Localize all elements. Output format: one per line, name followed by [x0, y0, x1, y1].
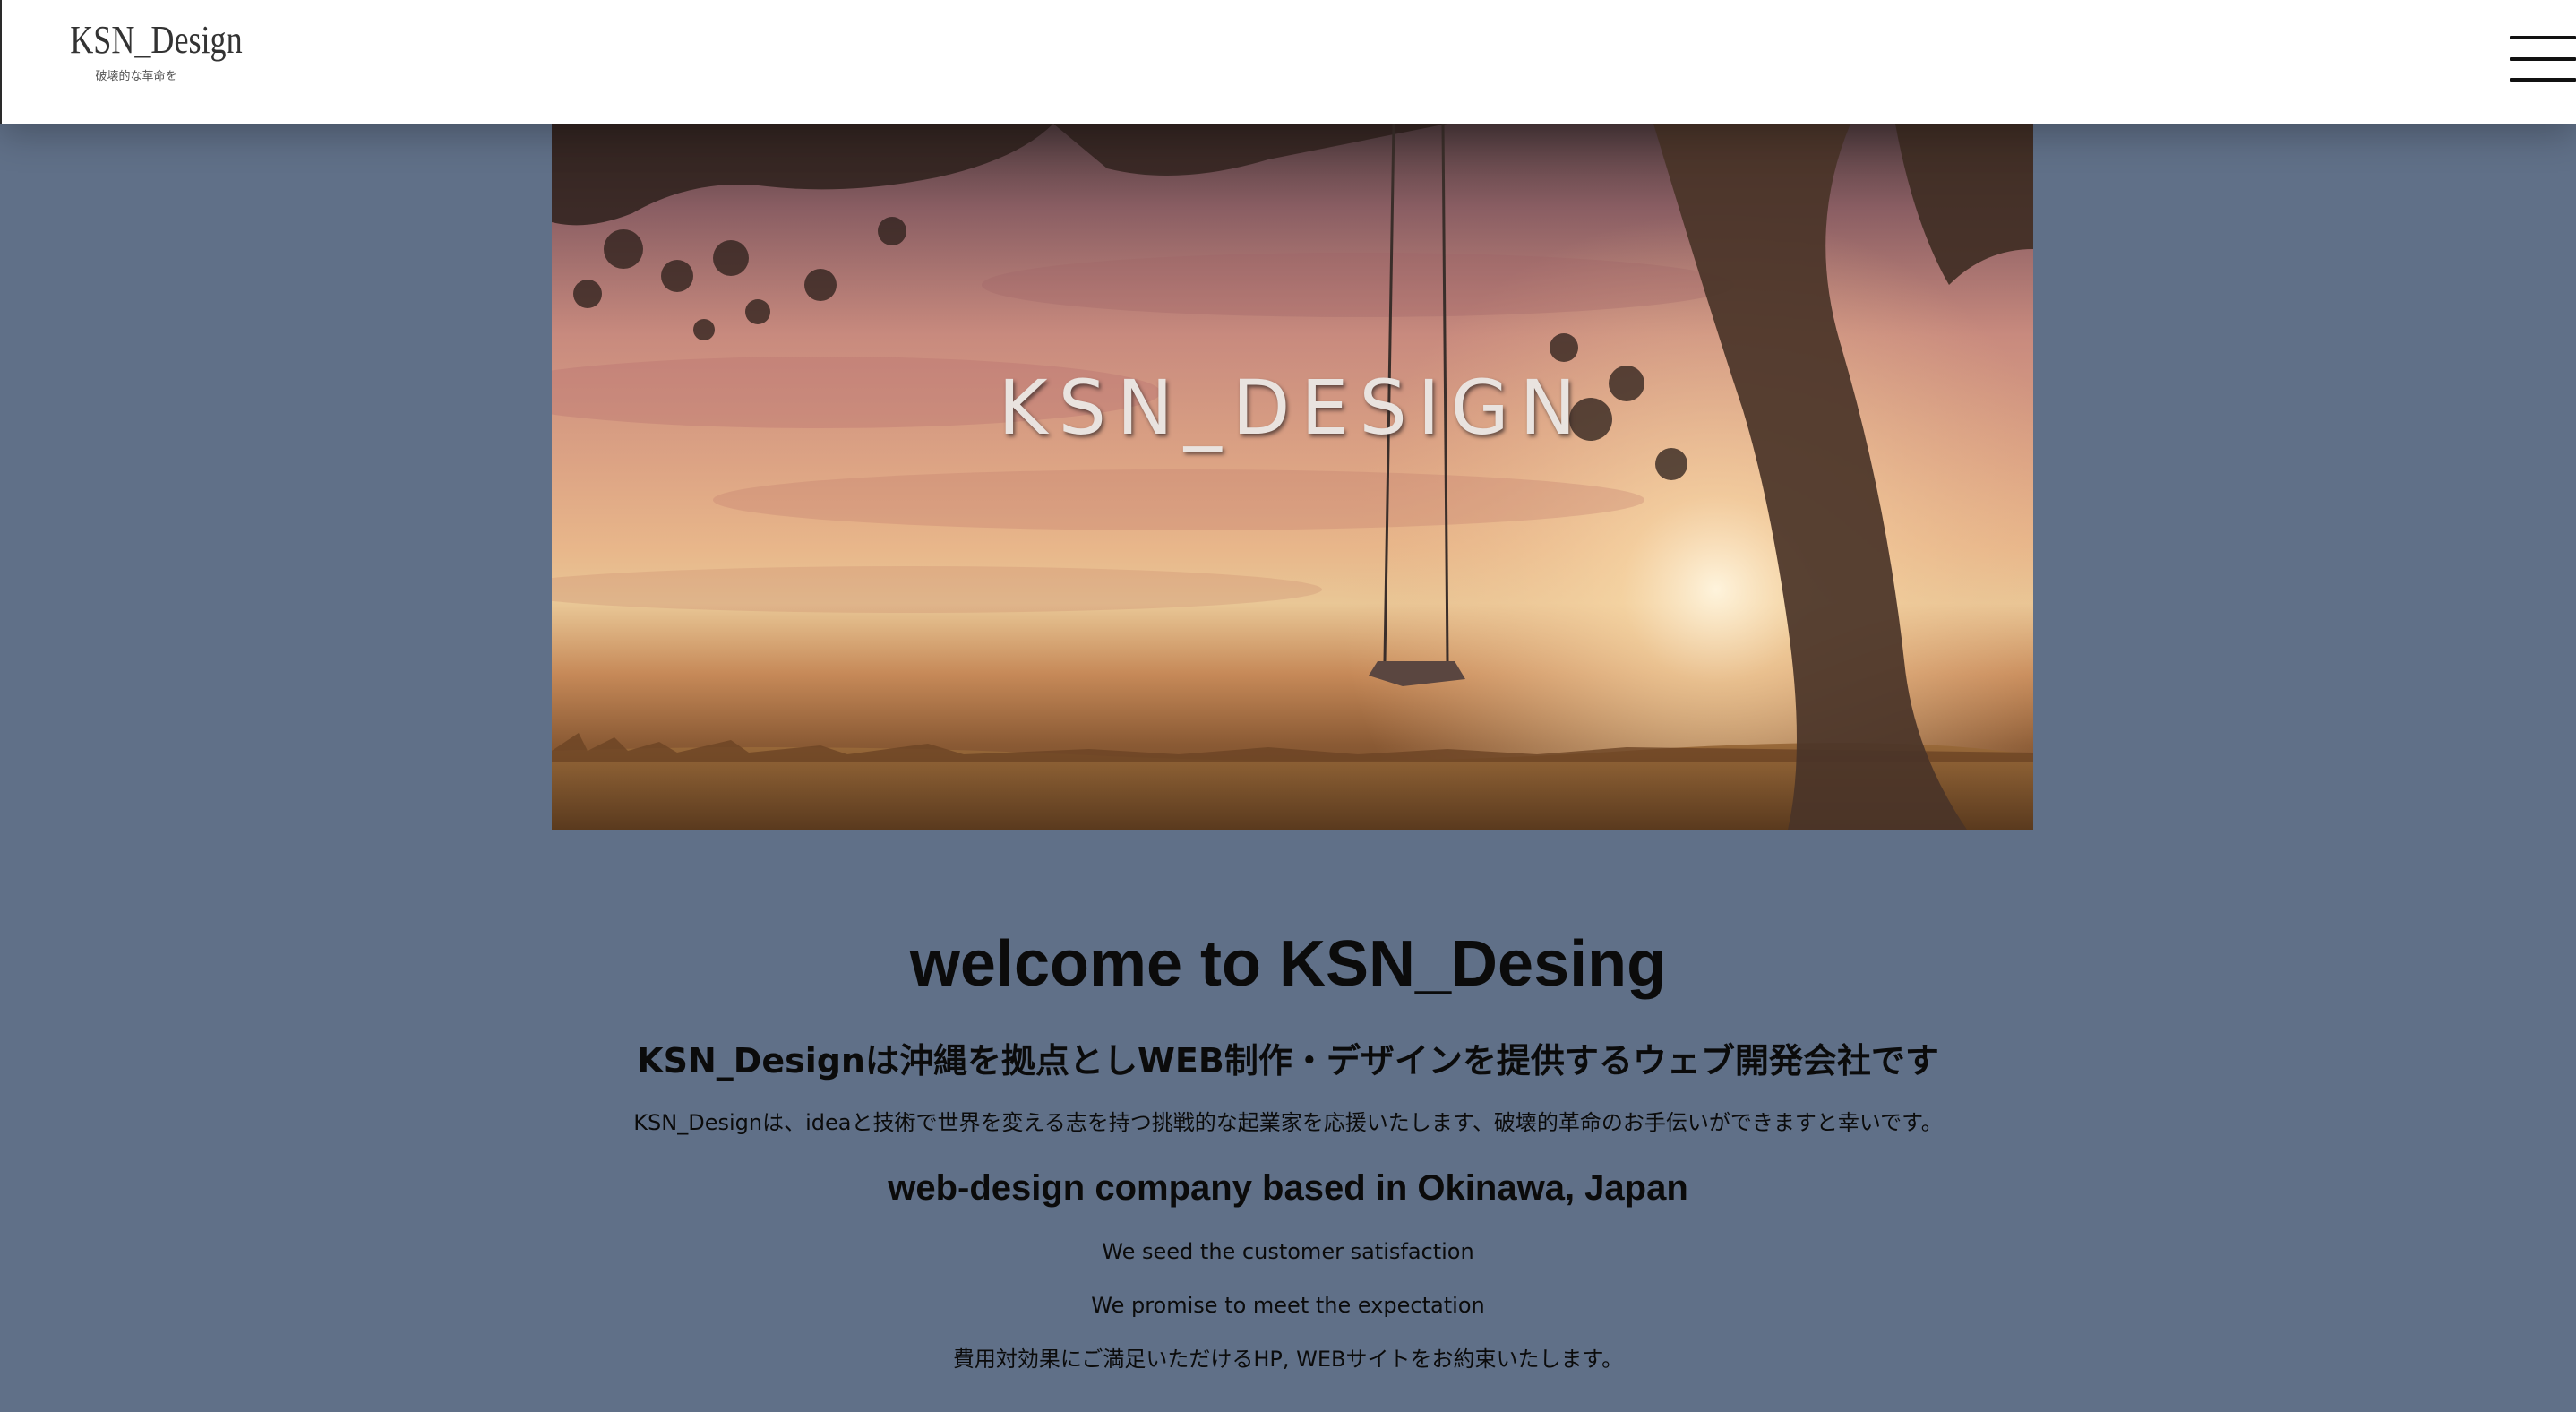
logo-tagline: 破壊的な革命を — [95, 69, 177, 82]
hero-sunset-image — [552, 124, 2033, 830]
tagline-promise: We promise to meet the expectation — [1091, 1293, 1485, 1318]
hamburger-menu-icon[interactable] — [2510, 36, 2576, 84]
company-intro-heading: KSN_Designは沖縄を拠点としWEB制作・デザインを提供するウェブ開発会社… — [637, 1041, 1939, 1081]
company-location-heading: web-design company based in Okinawa, Jap… — [888, 1168, 1688, 1208]
logo-title: KSN_Design — [70, 18, 243, 62]
menu-bar — [2510, 78, 2576, 82]
main-content: welcome to KSN_Desing KSN_Designは沖縄を拠点とし… — [0, 878, 2576, 1374]
hero-banner: KSN_DESIGN — [552, 124, 2033, 830]
tagline-cost-effectiveness: 費用対効果にご満足いただけるHP, WEBサイトをお約束いたします。 — [952, 1347, 1624, 1372]
tagline-satisfaction: We seed the customer satisfaction — [1102, 1239, 1474, 1264]
menu-bar — [2510, 36, 2576, 39]
site-logo[interactable]: KSN_Design 破壊的な革命を — [56, 18, 243, 83]
company-description: KSN_Designは、ideaと技術で世界を変える志を持つ挑戦的な起業家を応援… — [633, 1110, 1943, 1135]
site-header: KSN_Design 破壊的な革命を — [0, 0, 2576, 124]
menu-bar — [2510, 57, 2576, 61]
hero-title: KSN_DESIGN — [998, 364, 1587, 452]
welcome-heading: welcome to KSN_Desing — [909, 928, 1667, 1000]
